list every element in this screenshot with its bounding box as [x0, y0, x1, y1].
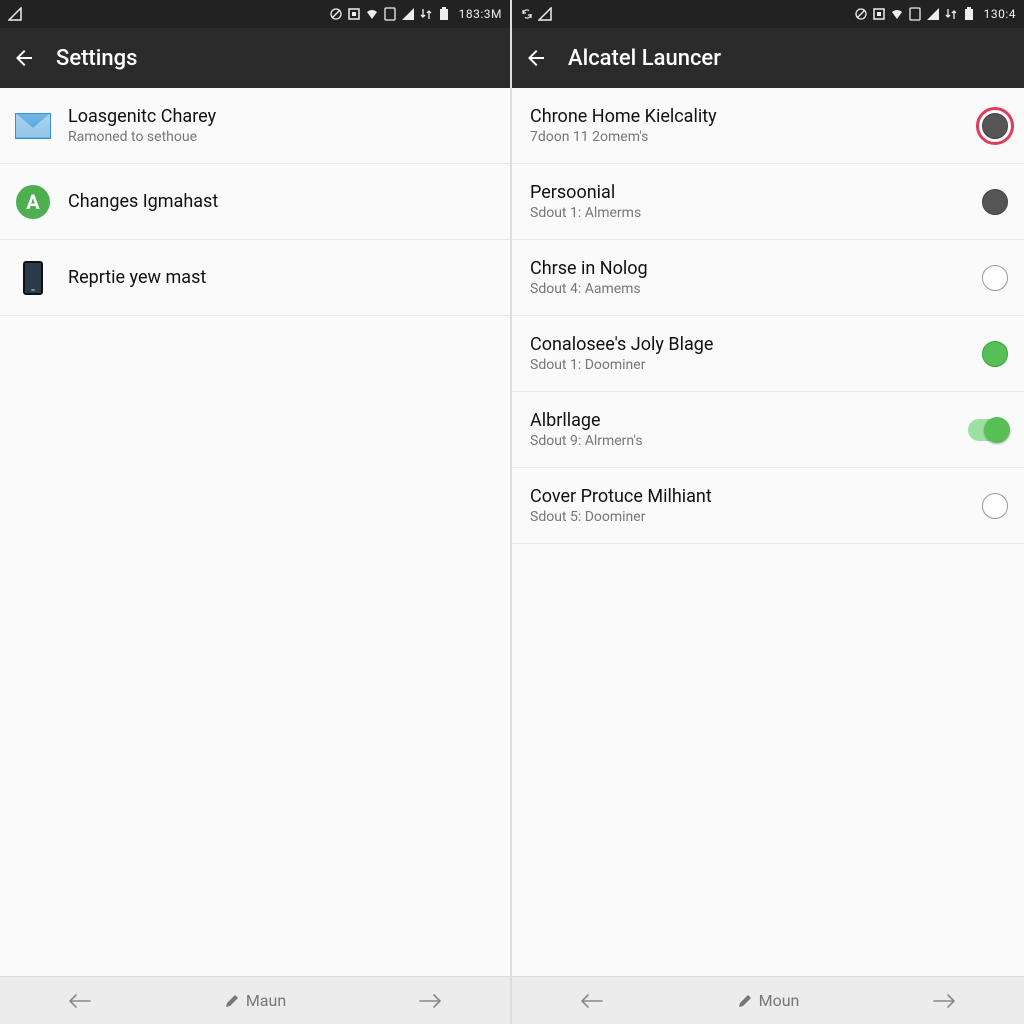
- item-title: Reprtie yew mast: [68, 267, 494, 288]
- settings-item-changes[interactable]: A Changes Igmahast: [0, 164, 510, 240]
- item-title: Conalosee's Joly Blage: [530, 334, 966, 355]
- phone-icon: [14, 259, 52, 297]
- status-right-group: 183:3M: [329, 7, 502, 21]
- status-right-group: 130:4: [854, 7, 1016, 21]
- arrow-right-icon: [932, 992, 958, 1010]
- screen-launcher: 130:4 Alcatel Launcer Chrone Home Kielca…: [512, 0, 1024, 1024]
- radio-control[interactable]: [982, 265, 1008, 291]
- battery-icon: [437, 7, 451, 21]
- square-icon: [872, 7, 886, 21]
- data-icon: [944, 7, 958, 21]
- no-sim-icon: [329, 7, 343, 21]
- bottom-nav: Maun: [0, 976, 510, 1024]
- mail-icon: [14, 107, 52, 145]
- launcher-item-conalosee[interactable]: Conalosee's Joly Blage Sdout 1: Doominer: [512, 316, 1024, 392]
- nav-back[interactable]: [66, 992, 92, 1010]
- letter-a-icon: A: [14, 183, 52, 221]
- arrow-left-icon: [578, 992, 604, 1010]
- item-title: Persoonial: [530, 182, 966, 203]
- sim-outline-icon: [383, 7, 397, 21]
- screen-settings: 183:3M Settings Loasgenitc Charey Ramone…: [0, 0, 512, 1024]
- battery-icon: [962, 7, 976, 21]
- nav-center[interactable]: Maun: [224, 991, 286, 1010]
- launcher-item-chrone-home[interactable]: Chrone Home Kielcality 7doon 11 2omem's: [512, 88, 1024, 164]
- sim-outline-icon: [908, 7, 922, 21]
- no-sim-icon: [854, 7, 868, 21]
- item-title: Cover Protuce Milhiant: [530, 486, 966, 507]
- back-button[interactable]: [524, 46, 548, 70]
- nav-center[interactable]: Moun: [737, 991, 800, 1010]
- item-title: Loasgenitc Charey: [68, 106, 494, 127]
- nav-forward[interactable]: [418, 992, 444, 1010]
- radio-control[interactable]: [982, 189, 1008, 215]
- item-subtitle: Sdout 9: Alrmern's: [530, 433, 952, 449]
- network-triangle-icon: [8, 7, 22, 21]
- page-title: Alcatel Launcer: [568, 46, 721, 71]
- wifi-icon: [890, 7, 904, 21]
- bottom-nav: Moun: [512, 976, 1024, 1024]
- nav-center-label: Moun: [759, 991, 800, 1010]
- item-title: Changes Igmahast: [68, 191, 494, 212]
- pencil-icon: [224, 993, 240, 1009]
- sync-icon: [520, 7, 534, 21]
- item-subtitle: Sdout 5: Doominer: [530, 509, 966, 525]
- status-bar: 183:3M: [0, 0, 510, 28]
- status-left-group: [520, 7, 552, 21]
- settings-item-loasgenitc[interactable]: Loasgenitc Charey Ramoned to sethoue: [0, 88, 510, 164]
- network-triangle-icon: [538, 7, 552, 21]
- status-time: 183:3M: [459, 7, 502, 21]
- launcher-item-albrllage[interactable]: Albrllage Sdout 9: Alrmern's: [512, 392, 1024, 468]
- settings-list: Loasgenitc Charey Ramoned to sethoue A C…: [0, 88, 510, 976]
- item-subtitle: 7doon 11 2omem's: [530, 129, 966, 145]
- app-bar: Alcatel Launcer: [512, 28, 1024, 88]
- item-subtitle: Ramoned to sethoue: [68, 129, 494, 145]
- item-subtitle: Sdout 4: Aamems: [530, 281, 966, 297]
- arrow-right-icon: [418, 992, 444, 1010]
- status-time: 130:4: [984, 7, 1016, 21]
- app-bar: Settings: [0, 28, 510, 88]
- radio-control[interactable]: [982, 493, 1008, 519]
- item-title: Chrone Home Kielcality: [530, 106, 966, 127]
- launcher-item-cover-protuce[interactable]: Cover Protuce Milhiant Sdout 5: Doominer: [512, 468, 1024, 544]
- status-left-group: [8, 7, 22, 21]
- launcher-item-persoonial[interactable]: Persoonial Sdout 1: Almerms: [512, 164, 1024, 240]
- item-subtitle: Sdout 1: Almerms: [530, 205, 966, 221]
- launcher-list: Chrone Home Kielcality 7doon 11 2omem's …: [512, 88, 1024, 976]
- toggle-switch[interactable]: [968, 419, 1008, 441]
- item-subtitle: Sdout 1: Doominer: [530, 357, 966, 373]
- settings-item-reprtie[interactable]: Reprtie yew mast: [0, 240, 510, 316]
- arrow-left-icon: [66, 992, 92, 1010]
- page-title: Settings: [56, 46, 137, 71]
- data-icon: [419, 7, 433, 21]
- nav-forward[interactable]: [932, 992, 958, 1010]
- back-button[interactable]: [12, 46, 36, 70]
- signal-icon: [926, 7, 940, 21]
- item-title: Albrllage: [530, 410, 952, 431]
- pencil-icon: [737, 993, 753, 1009]
- nav-back[interactable]: [578, 992, 604, 1010]
- launcher-item-chrse-nolog[interactable]: Chrse in Nolog Sdout 4: Aamems: [512, 240, 1024, 316]
- radio-selected-highlight[interactable]: [982, 113, 1008, 139]
- item-title: Chrse in Nolog: [530, 258, 966, 279]
- status-bar: 130:4: [512, 0, 1024, 28]
- wifi-icon: [365, 7, 379, 21]
- square-icon: [347, 7, 361, 21]
- signal-icon: [401, 7, 415, 21]
- radio-control-on[interactable]: [982, 341, 1008, 367]
- nav-center-label: Maun: [246, 991, 286, 1010]
